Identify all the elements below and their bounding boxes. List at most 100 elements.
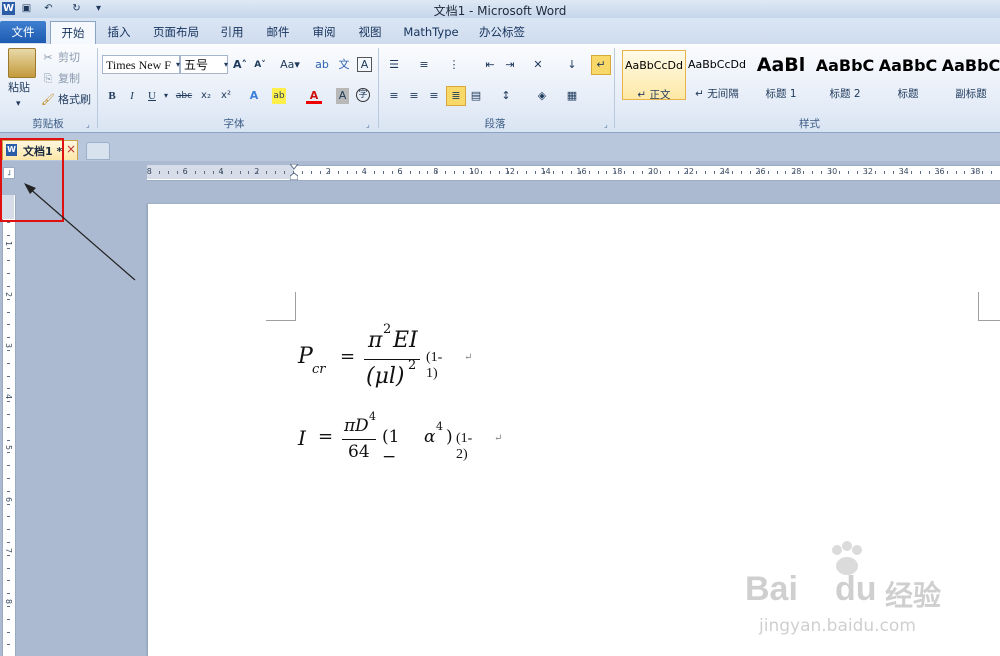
ruler-tick (185, 171, 187, 174)
eq-exponent: 4 (369, 410, 376, 423)
close-tab-icon[interactable]: × (66, 142, 76, 156)
ruler-tick (892, 171, 894, 174)
align-center-icon[interactable]: ≡ (406, 88, 422, 104)
font-group-label: 字体 (223, 118, 245, 130)
strikethrough-icon[interactable]: abc (174, 88, 194, 104)
font-color-icon[interactable]: A (306, 88, 322, 104)
style-title[interactable]: AaBbC 标题 (877, 50, 939, 100)
borders-icon[interactable]: ▦ (564, 88, 580, 104)
distributed-icon[interactable]: ▤ (468, 88, 484, 104)
bullets-icon[interactable]: ☰ (386, 57, 402, 73)
enclose-characters-icon[interactable]: 字 (356, 88, 370, 102)
tab-mailings[interactable]: 邮件 (260, 22, 296, 42)
align-right-icon[interactable]: ≡ (426, 88, 442, 104)
vertical-ruler[interactable] (2, 195, 16, 656)
ruler-tick (7, 414, 10, 415)
paste-button[interactable]: 粘贴 (8, 80, 30, 96)
ruler-tick (427, 171, 429, 174)
sort-icon[interactable]: ↓ (564, 57, 580, 73)
clipboard-launcher-icon[interactable]: ⌟ (86, 120, 95, 129)
shading-icon[interactable]: ◈ (534, 88, 550, 104)
subscript-icon[interactable]: x₂ (198, 88, 214, 104)
clear-format-icon[interactable]: ab (314, 57, 330, 73)
cut-button[interactable]: 剪切 (58, 50, 80, 66)
style-normal[interactable]: AaBbCcDd ↵ 正文 (622, 50, 686, 101)
paragraph-mark-icon: ↵ (494, 433, 503, 444)
align-left-icon[interactable]: ≡ (386, 88, 402, 104)
tab-insert[interactable]: 插入 (100, 22, 138, 42)
ruler-tick (946, 171, 948, 174)
underline-dropdown-icon[interactable]: ▾ (158, 88, 174, 104)
bold-icon[interactable]: B (104, 88, 120, 104)
ruler-tick (302, 171, 304, 174)
style-sample: AaBbCcDd (688, 58, 746, 71)
ruler-tick (284, 171, 286, 174)
ruler-tick (7, 465, 10, 467)
style-heading-2[interactable]: AaBbC 标题 2 (814, 50, 876, 100)
style-heading-1[interactable]: AaBl 标题 1 (750, 50, 812, 100)
decrease-indent-icon[interactable]: ⇤ (482, 57, 498, 73)
italic-icon[interactable]: I (124, 88, 140, 104)
copy-button[interactable]: 复制 (58, 71, 80, 87)
ruler-number: 20 (648, 167, 659, 176)
character-border-icon[interactable]: A (357, 57, 372, 72)
ruler-number: 16 (576, 167, 587, 176)
ruler-tick (606, 171, 608, 174)
ruler-number: 7 (4, 547, 13, 553)
tab-view[interactable]: 视图 (352, 22, 388, 42)
tab-home[interactable]: 开始 (50, 21, 96, 44)
ruler-tick (454, 171, 456, 174)
style-no-spacing[interactable]: AaBbCcDd ↵ 无间隔 (686, 50, 748, 100)
increase-indent-icon[interactable]: ⇥ (502, 57, 518, 73)
tab-office-tabs[interactable]: 办公标签 (472, 22, 532, 42)
ruler-tick (758, 171, 760, 174)
phonetic-guide-icon[interactable]: 文 (336, 57, 352, 73)
ruler-tick (257, 171, 259, 174)
show-marks-icon[interactable]: ↵ (591, 55, 611, 75)
tab-review[interactable]: 审阅 (306, 22, 342, 42)
superscript-icon[interactable]: x² (218, 88, 234, 104)
tab-mathtype[interactable]: MathType (400, 22, 462, 42)
ruler-tick (481, 171, 483, 174)
font-name-combo[interactable]: Times New F (102, 55, 180, 74)
ruler-number: 34 (898, 167, 909, 176)
grow-font-icon[interactable]: A˄ (232, 57, 248, 73)
ruler-tick (7, 388, 10, 390)
ruler-tick (221, 171, 223, 174)
numbering-icon[interactable]: ≡ (416, 57, 432, 73)
ruler-tick (722, 171, 724, 174)
eq-equals: = (318, 426, 334, 447)
margin-corner-mark (978, 292, 1000, 321)
multilevel-list-icon[interactable]: ⋮ (446, 57, 462, 73)
ruler-tick (472, 171, 474, 174)
chinese-layout-icon[interactable]: ✕ (530, 57, 546, 73)
eq-subscript: cr (312, 362, 326, 377)
tab-file[interactable]: 文件 (0, 21, 46, 43)
change-case-icon[interactable]: Aa▾ (280, 57, 300, 73)
tab-references[interactable]: 引用 (214, 22, 250, 42)
ruler-tick (785, 171, 787, 174)
font-launcher-icon[interactable]: ⌟ (366, 120, 375, 129)
highlight-icon[interactable]: ab (272, 88, 286, 104)
tab-page-layout[interactable]: 页面布局 (148, 22, 204, 42)
ruler-tick (7, 452, 10, 454)
paste-dropdown-icon[interactable]: ▾ (16, 96, 21, 112)
ruler-number: 5 (4, 445, 13, 451)
ruler-tick (320, 171, 322, 174)
new-tab-button[interactable] (86, 142, 110, 160)
paragraph-launcher-icon[interactable]: ⌟ (604, 120, 613, 129)
ruler-tick (597, 171, 599, 174)
paste-icon[interactable] (8, 48, 36, 78)
text-effects-icon[interactable]: A (246, 88, 262, 104)
style-subtitle[interactable]: AaBbC 副标题 (940, 50, 1000, 100)
justify-icon[interactable]: ≣ (446, 86, 466, 106)
style-name: ↵ 无间隔 (695, 88, 739, 100)
ruler-number: 2 (4, 291, 13, 297)
eq-paren: ) (446, 427, 453, 447)
character-shading-icon[interactable]: A (336, 88, 349, 104)
ruler-tick (212, 171, 214, 174)
line-spacing-icon[interactable]: ↕ (498, 88, 514, 104)
ribbon: 粘贴 ▾ ✂ 剪切 ⎘ 复制 🖌 格式刷 剪贴板 ⌟ Times New F ▾… (0, 44, 1000, 133)
shrink-font-icon[interactable]: A˅ (252, 57, 268, 73)
format-painter-button[interactable]: 格式刷 (58, 92, 91, 108)
